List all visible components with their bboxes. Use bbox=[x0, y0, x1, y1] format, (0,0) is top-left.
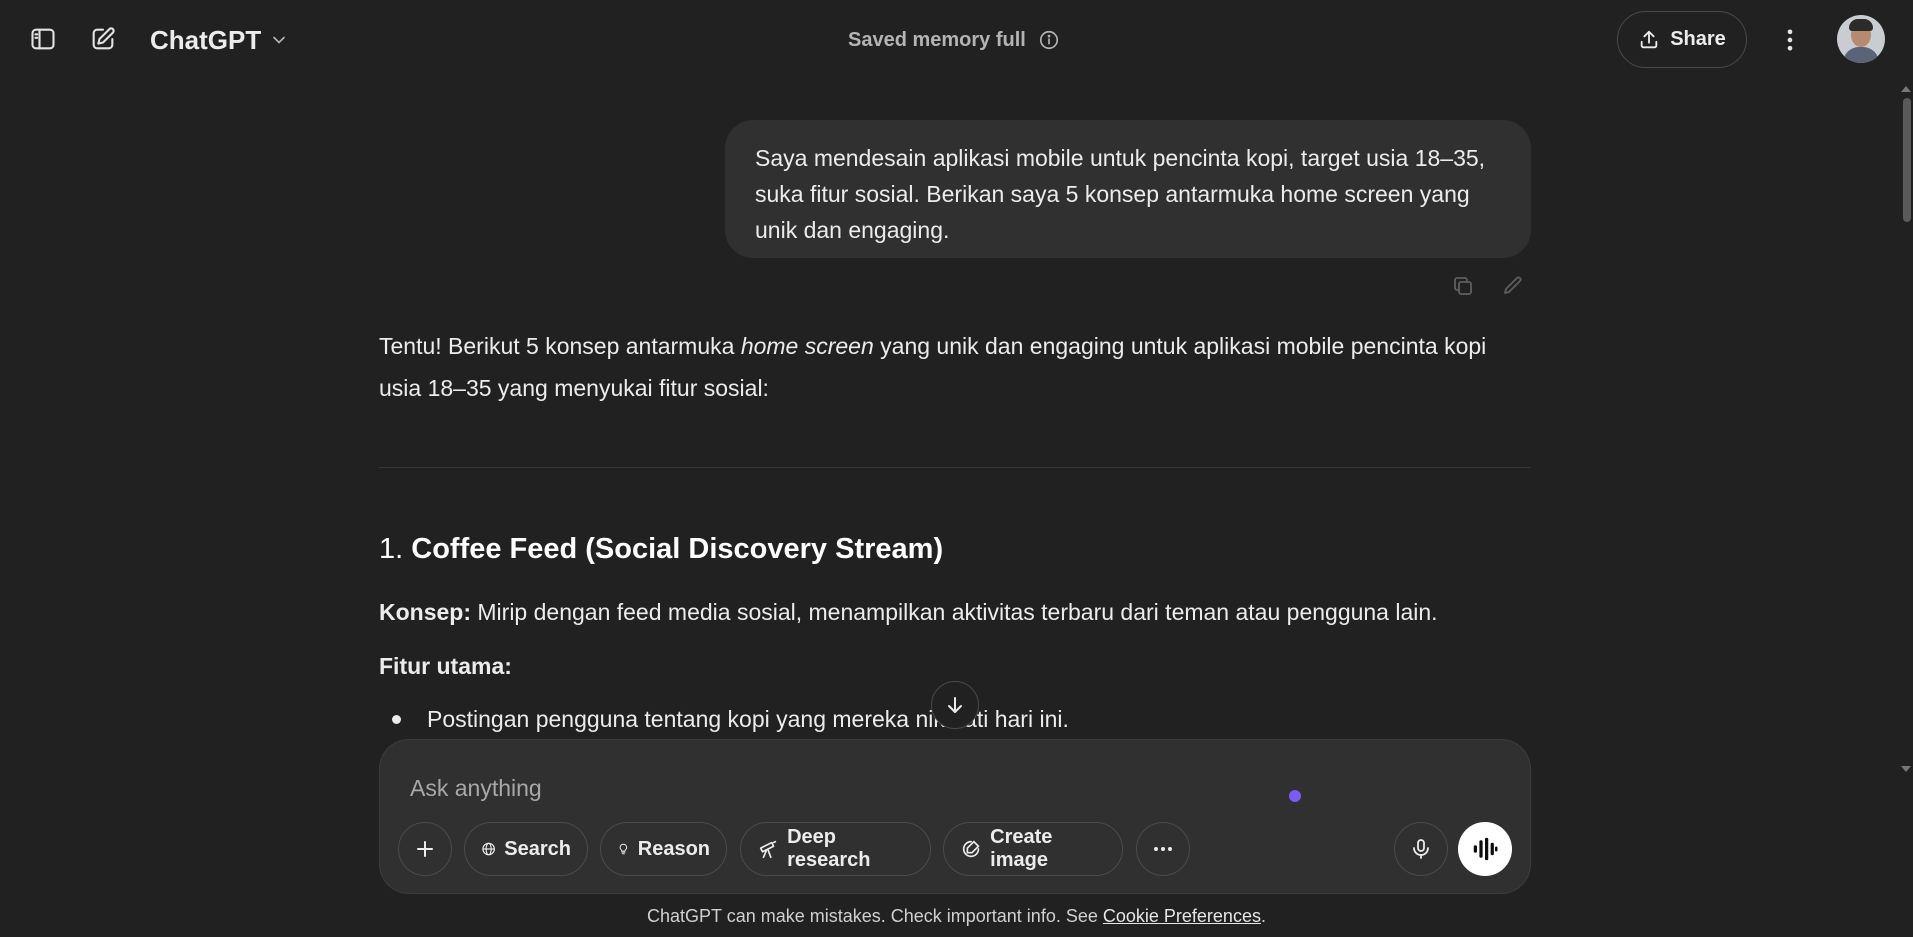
model-switcher[interactable]: ChatGPT bbox=[150, 20, 289, 60]
memory-status: Saved memory full bbox=[848, 24, 1060, 56]
horizontal-dots-icon bbox=[1154, 847, 1172, 851]
concept-label: Konsep: bbox=[379, 599, 471, 625]
voice-waveform-icon bbox=[1473, 837, 1498, 861]
features-label: Fitur utama: bbox=[379, 653, 512, 679]
bullet-dot bbox=[392, 715, 401, 724]
scroll-up-arrow[interactable] bbox=[1901, 86, 1911, 92]
more-tools-button[interactable] bbox=[1136, 822, 1190, 876]
user-message-actions bbox=[1447, 270, 1529, 302]
chevron-down-icon bbox=[273, 36, 286, 44]
deep-research-button[interactable]: Deep research bbox=[740, 822, 931, 876]
concept-text: Mirip dengan feed media sosial, menampil… bbox=[471, 599, 1438, 625]
intro-emphasis: home screen bbox=[740, 333, 874, 359]
scroll-to-bottom-button[interactable] bbox=[931, 681, 979, 729]
section-title: Coffee Feed (Social Discovery Stream) bbox=[411, 533, 944, 565]
memory-status-text: Saved memory full bbox=[848, 28, 1026, 51]
assistant-intro: Tentu! Berikut 5 konsep antarmuka home s… bbox=[379, 325, 1531, 409]
model-label: ChatGPT bbox=[150, 24, 262, 55]
voice-mode-button[interactable] bbox=[1458, 822, 1512, 876]
top-bar: ChatGPT Saved memory full Share bbox=[0, 0, 1913, 78]
cookie-preferences-link[interactable]: Cookie Preferences bbox=[1103, 906, 1261, 926]
sidebar-toggle-icon[interactable] bbox=[21, 17, 65, 61]
section-number: 1. bbox=[379, 533, 404, 565]
create-image-label: Create image bbox=[990, 826, 1053, 871]
share-label: Share bbox=[1670, 28, 1726, 50]
deep-research-label: Deep research bbox=[787, 826, 871, 871]
section-divider bbox=[379, 467, 1531, 468]
new-chat-pencil-icon[interactable] bbox=[81, 17, 125, 61]
reason-button[interactable]: Reason bbox=[600, 822, 727, 876]
avatar[interactable] bbox=[1837, 15, 1885, 63]
composer: Search Reason Deep research Create image bbox=[379, 739, 1531, 894]
info-icon[interactable] bbox=[1038, 29, 1060, 51]
create-image-icon bbox=[962, 840, 980, 858]
intro-text-before: Tentu! Berikut 5 konsep antarmuka bbox=[379, 333, 741, 359]
scrollbar-thumb[interactable] bbox=[1903, 98, 1911, 222]
cursor-dot bbox=[1289, 790, 1301, 802]
create-image-button[interactable]: Create image bbox=[943, 822, 1123, 876]
upload-share-icon bbox=[1640, 30, 1658, 48]
telescope-icon bbox=[759, 840, 777, 859]
disclaimer: ChatGPT can make mistakes. Check importa… bbox=[0, 906, 1913, 927]
reason-label: Reason bbox=[637, 837, 710, 860]
assistant-message: Tentu! Berikut 5 konsep antarmuka home s… bbox=[379, 325, 1531, 409]
lightbulb-icon bbox=[619, 843, 628, 855]
search-label: Search bbox=[504, 837, 571, 860]
user-message-bubble: Saya mendesain aplikasi mobile untuk pen… bbox=[725, 120, 1531, 258]
copy-icon[interactable] bbox=[1447, 270, 1479, 302]
plus-icon bbox=[417, 841, 433, 857]
scrollbar[interactable] bbox=[1899, 86, 1913, 772]
vertical-dots-icon[interactable] bbox=[1768, 18, 1812, 62]
globe-icon bbox=[482, 842, 495, 856]
section-heading: 1. Coffee Feed (Social Discovery Stream) bbox=[379, 533, 943, 566]
share-button[interactable]: Share bbox=[1617, 11, 1747, 68]
user-message-text: Saya mendesain aplikasi mobile untuk pen… bbox=[755, 145, 1486, 243]
attach-plus-button[interactable] bbox=[398, 822, 452, 876]
disclaimer-text: ChatGPT can make mistakes. Check importa… bbox=[647, 906, 1103, 926]
concept-paragraph: Konsep: Mirip dengan feed media sosial, … bbox=[379, 595, 1438, 629]
scroll-down-arrow[interactable] bbox=[1901, 766, 1911, 772]
search-button[interactable]: Search bbox=[464, 822, 588, 876]
disclaimer-end: . bbox=[1260, 906, 1266, 926]
arrow-down-icon bbox=[948, 697, 962, 713]
pencil-icon[interactable] bbox=[1497, 270, 1529, 302]
dictate-button[interactable] bbox=[1394, 822, 1448, 876]
microphone-icon bbox=[1413, 839, 1429, 859]
prompt-input[interactable] bbox=[410, 768, 1410, 808]
